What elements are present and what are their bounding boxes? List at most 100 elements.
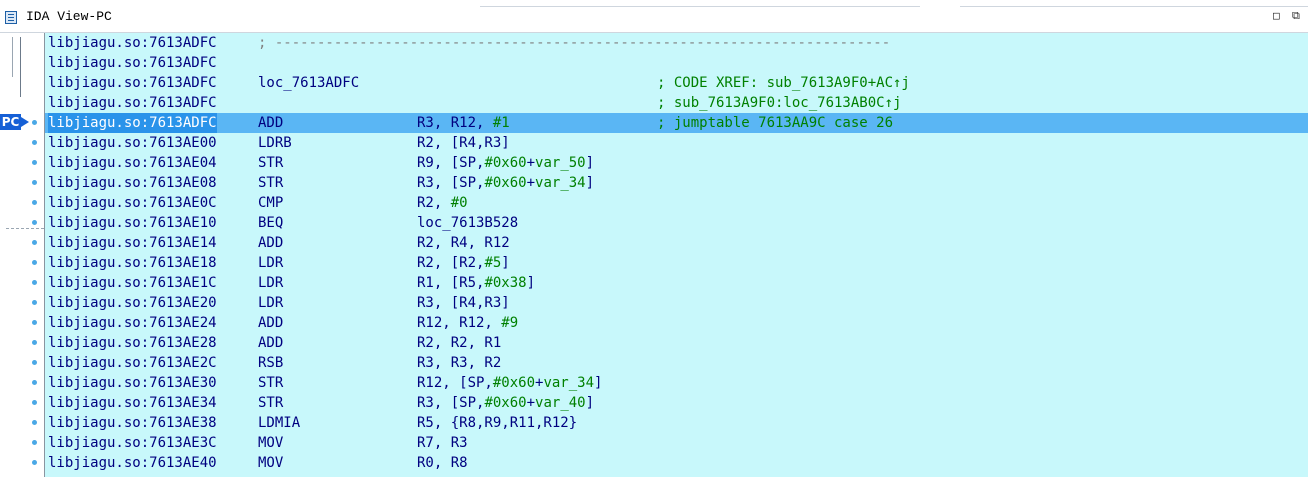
- instruction-mnemonic: STR: [258, 175, 284, 191]
- stack-variable[interactable]: var_40: [535, 395, 586, 411]
- instruction-mnemonic: ADD: [258, 315, 284, 331]
- listing-line[interactable]: libjiagu.so:7613AE24 ADD R12, R12, #9: [45, 313, 1308, 333]
- listing-line[interactable]: libjiagu.so:7613ADFC loc_7613ADFC ; CODE X…: [45, 73, 1308, 93]
- instruction-mnemonic: STR: [258, 375, 284, 391]
- line-address[interactable]: libjiagu.so:7613AE10: [48, 213, 217, 233]
- arrows-gutter[interactable]: PC: [0, 33, 45, 477]
- listing-line[interactable]: libjiagu.so:7613AE0C CMP R2, #0: [45, 193, 1308, 213]
- breakpoint-dot-icon[interactable]: [32, 220, 37, 225]
- listing-line[interactable]: libjiagu.so:7613AE14 ADD R2, R4, R12: [45, 233, 1308, 253]
- pc-marker: PC: [0, 114, 21, 130]
- operand-text: ]: [585, 155, 595, 171]
- code-label[interactable]: loc_7613ADFC: [258, 73, 359, 93]
- instruction-operands: R0, R8: [417, 453, 468, 473]
- line-address[interactable]: libjiagu.so:7613AE28: [48, 333, 217, 353]
- breakpoint-dot-icon[interactable]: [32, 420, 37, 425]
- listing-line[interactable]: libjiagu.so:7613AE3C MOV R7, R3: [45, 433, 1308, 453]
- listing-line[interactable]: libjiagu.so:7613AE18 LDR R2, [R2,#5]: [45, 253, 1308, 273]
- stack-variable[interactable]: var_34: [543, 375, 594, 391]
- line-address[interactable]: libjiagu.so:7613AE30: [48, 373, 217, 393]
- line-address[interactable]: libjiagu.so:7613ADFC: [48, 53, 217, 73]
- instruction-mnemonic: BEQ: [258, 215, 284, 231]
- listing-line[interactable]: libjiagu.so:7613ADFC ; sub_7613A9F0:loc_7…: [45, 93, 1308, 113]
- instruction-operands: R12, [SP,#0x60+var_34]: [417, 373, 602, 393]
- maximize-button[interactable]: □: [1273, 10, 1280, 22]
- breakpoint-dot-icon[interactable]: [32, 400, 37, 405]
- listing-line[interactable]: libjiagu.so:7613AE00 LDRB R2, [R4,R3]: [45, 133, 1308, 153]
- breakpoint-dot-icon[interactable]: [32, 240, 37, 245]
- instruction-operands: R2, #0: [417, 193, 468, 213]
- line-address[interactable]: libjiagu.so:7613AE24: [48, 313, 217, 333]
- instruction-mnemonic: CMP: [258, 195, 284, 211]
- current-listing-line[interactable]: libjiagu.so:7613ADFC ADD R3, R12, #1 ; jump…: [45, 113, 1308, 133]
- listing-line[interactable]: libjiagu.so:7613ADFC: [45, 53, 1308, 73]
- line-address[interactable]: libjiagu.so:7613ADFC: [48, 33, 217, 53]
- listing-line[interactable]: libjiagu.so:7613AE20 LDR R3, [R4,R3]: [45, 293, 1308, 313]
- breakpoint-dot-icon[interactable]: [32, 380, 37, 385]
- breakpoint-dot-icon[interactable]: [32, 160, 37, 165]
- line-comment: ; CODE XREF: sub_7613A9F0+AC↑j: [657, 75, 910, 91]
- line-address[interactable]: libjiagu.so:7613ADFC: [48, 93, 217, 113]
- listing-line[interactable]: libjiagu.so:7613AE10 BEQ loc_7613B528: [45, 213, 1308, 233]
- operand-text: R3, R3, R2: [417, 355, 502, 371]
- immediate-value: #5: [484, 255, 502, 271]
- listing-line[interactable]: libjiagu.so:7613AE2C RSB R3, R3, R2: [45, 353, 1308, 373]
- line-address[interactable]: libjiagu.so:7613ADFC: [48, 113, 217, 133]
- listing-line[interactable]: libjiagu.so:7613AE04 STR R9, [SP,#0x60+var…: [45, 153, 1308, 173]
- breakpoint-dot-icon[interactable]: [32, 280, 37, 285]
- instruction-mnemonic: RSB: [258, 355, 284, 371]
- immediate-value: #0x60: [484, 395, 527, 411]
- operand-text: ]: [501, 255, 510, 271]
- line-address[interactable]: libjiagu.so:7613AE08: [48, 173, 217, 193]
- breakpoint-dot-icon[interactable]: [32, 460, 37, 465]
- breakpoint-dot-icon[interactable]: [32, 140, 37, 145]
- line-address[interactable]: libjiagu.so:7613AE0C: [48, 193, 217, 213]
- instruction-operands: loc_7613B528: [417, 213, 518, 233]
- breakpoint-dot-icon[interactable]: [32, 320, 37, 325]
- breakpoint-dot-icon[interactable]: [32, 360, 37, 365]
- line-address[interactable]: libjiagu.so:7613AE1C: [48, 273, 217, 293]
- instruction-operands: R3, R12, #1: [417, 113, 510, 133]
- line-address[interactable]: libjiagu.so:7613ADFC: [48, 73, 217, 93]
- operand-text: ]: [585, 175, 595, 191]
- line-address[interactable]: libjiagu.so:7613AE34: [48, 393, 217, 413]
- breakpoint-dot-icon[interactable]: [32, 300, 37, 305]
- listing-line[interactable]: libjiagu.so:7613AE38 LDMIA R5, {R8,R9,R11,…: [45, 413, 1308, 433]
- instruction-mnemonic: MOV: [258, 455, 284, 471]
- breakpoint-dot-icon[interactable]: [32, 180, 37, 185]
- line-address[interactable]: libjiagu.so:7613AE40: [48, 453, 217, 473]
- listing-line[interactable]: libjiagu.so:7613AE1C LDR R1, [R5,#0x38]: [45, 273, 1308, 293]
- listing-line[interactable]: libjiagu.so:7613AE28 ADD R2, R2, R1: [45, 333, 1308, 353]
- breakpoint-dot-icon[interactable]: [32, 200, 37, 205]
- line-address[interactable]: libjiagu.so:7613AE00: [48, 133, 217, 153]
- instruction-mnemonic: LDR: [258, 275, 284, 291]
- line-address[interactable]: libjiagu.so:7613AE14: [48, 233, 217, 253]
- line-address[interactable]: libjiagu.so:7613AE20: [48, 293, 217, 313]
- breakpoint-dot-icon[interactable]: [32, 120, 37, 125]
- tab-strip-divider: [480, 0, 920, 7]
- stack-variable[interactable]: var_34: [535, 175, 586, 191]
- line-address[interactable]: libjiagu.so:7613AE3C: [48, 433, 217, 453]
- line-address[interactable]: libjiagu.so:7613AE38: [48, 413, 217, 433]
- listing-line[interactable]: libjiagu.so:7613AE08 STR R3, [SP,#0x60+var…: [45, 173, 1308, 193]
- immediate-value: #0: [450, 195, 468, 211]
- stack-variable[interactable]: var_50: [535, 155, 586, 171]
- instruction-mnemonic: ADD: [258, 235, 284, 251]
- breakpoint-dot-icon[interactable]: [32, 440, 37, 445]
- listing-line[interactable]: libjiagu.so:7613AE40 MOV R0, R8: [45, 453, 1308, 473]
- instruction-operands: R3, R3, R2: [417, 353, 501, 373]
- line-address[interactable]: libjiagu.so:7613AE04: [48, 153, 217, 173]
- listing-line[interactable]: libjiagu.so:7613AE30 STR R12, [SP,#0x60+va…: [45, 373, 1308, 393]
- listing-line[interactable]: libjiagu.so:7613AE34 STR R3, [SP,#0x60+var…: [45, 393, 1308, 413]
- breakpoint-dot-icon[interactable]: [32, 260, 37, 265]
- restore-button[interactable]: ⧉: [1292, 10, 1300, 22]
- breakpoint-dot-icon[interactable]: [32, 340, 37, 345]
- listing-line[interactable]: libjiagu.so:7613ADFC ; ------------------…: [45, 33, 1308, 53]
- disassembly-listing[interactable]: PC libjiagu.so:7613ADFC ; ---------------…: [0, 33, 1308, 477]
- window-title-bar: IDA View-PC □ ⧉: [0, 0, 1308, 33]
- flow-divider: [6, 228, 44, 229]
- line-address[interactable]: libjiagu.so:7613AE18: [48, 253, 217, 273]
- instruction-mnemonic: ADD: [258, 115, 284, 131]
- line-address[interactable]: libjiagu.so:7613AE2C: [48, 353, 217, 373]
- operand-text: R7, R3: [417, 435, 468, 451]
